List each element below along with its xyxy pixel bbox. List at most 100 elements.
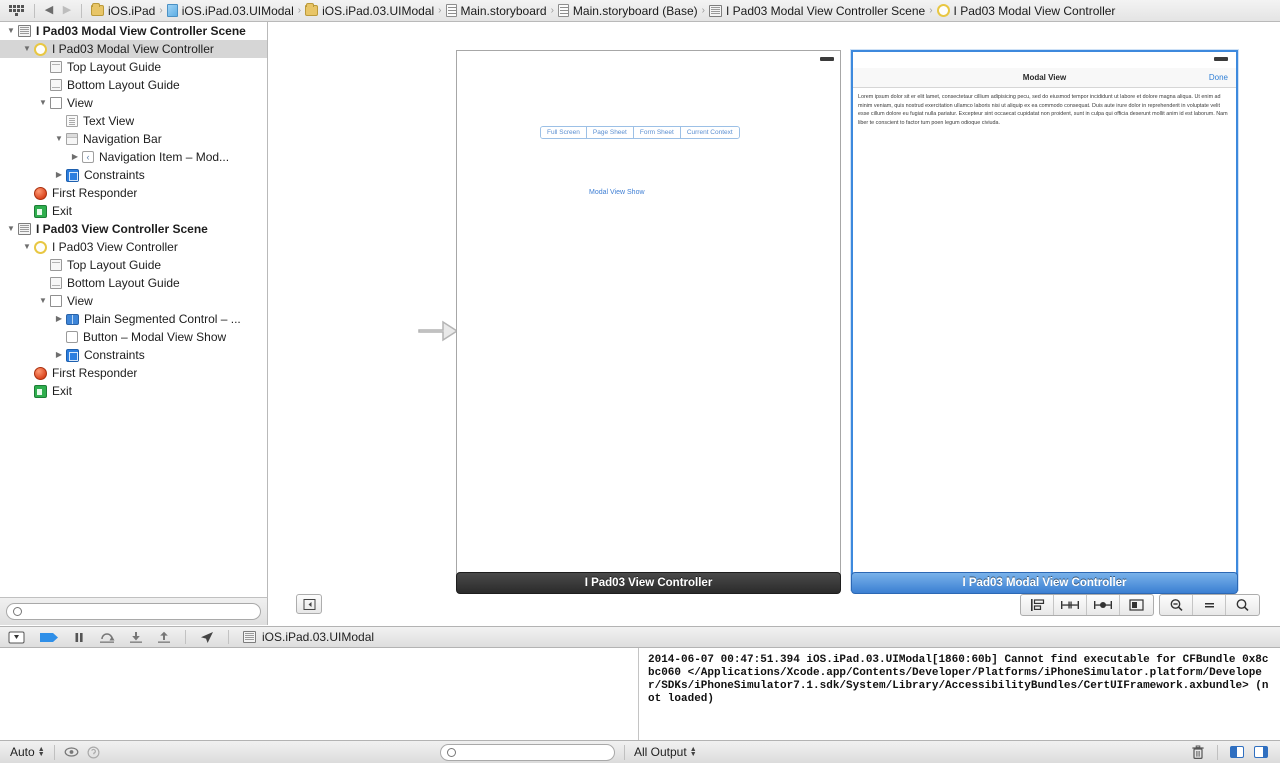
clear-console-button[interactable] (1191, 745, 1205, 760)
breadcrumb-item-4[interactable]: Main.storyboard (Base) (555, 2, 701, 20)
console-output-scope-stepper[interactable]: ▲ ▼ (690, 746, 697, 758)
disclosure-closed-icon[interactable]: ▶ (52, 351, 66, 359)
disclosure-closed-icon[interactable]: ▶ (68, 153, 82, 161)
disclosure-open-icon[interactable]: ▼ (36, 297, 50, 305)
scene-ipad03-view-controller[interactable]: Full Screen Page Sheet Form Sheet Current C… (456, 50, 841, 590)
outline-row[interactable]: · First Responder (0, 364, 267, 382)
modal-scene-grab-handle[interactable] (1214, 57, 1228, 61)
view-controller-icon (34, 42, 47, 56)
variables-info-button[interactable] (87, 745, 100, 759)
outline-row[interactable]: · Button – Modal View Show (0, 328, 267, 346)
outline-row[interactable]: ▼ I Pad03 View Controller Scene (0, 220, 267, 238)
pause-button[interactable] (73, 631, 85, 644)
breadcrumb-item-3[interactable]: Main.storyboard (443, 2, 550, 20)
exit-icon (34, 204, 47, 218)
scene-grab-handle[interactable] (820, 57, 834, 61)
collapse-canvas-icon (303, 598, 315, 610)
show-console-pane-button[interactable] (1254, 746, 1268, 758)
segment-3[interactable]: Current Context (680, 127, 739, 138)
modal-view-show-button-preview[interactable]: Modal View Show (589, 189, 645, 196)
disclosure-open-icon[interactable]: ▼ (36, 99, 50, 107)
step-out-button[interactable] (157, 631, 171, 644)
hide-debug-area-button[interactable] (8, 631, 25, 644)
outline-row[interactable]: ▶ Constraints (0, 166, 267, 184)
segment-1[interactable]: Page Sheet (586, 127, 634, 138)
outline-row[interactable]: ▶ Plain Segmented Control – ... (0, 310, 267, 328)
step-over-button[interactable] (99, 631, 115, 644)
segmented-control-preview[interactable]: Full Screen Page Sheet Form Sheet Current C… (540, 126, 740, 139)
variables-scope-label[interactable]: Auto (10, 745, 35, 759)
breadcrumb-item-1[interactable]: iOS.iPad.03.UIModal (164, 2, 297, 20)
done-button-preview[interactable]: Done (1209, 73, 1228, 82)
console-output-scope-label[interactable]: All Output (634, 745, 687, 759)
exit-icon (34, 384, 47, 398)
zoom-actual-size-button[interactable] (1193, 595, 1226, 615)
segment-2[interactable]: Form Sheet (633, 127, 681, 138)
outline-row[interactable]: ▼ I Pad03 View Controller (0, 238, 267, 256)
outline-filter-input[interactable] (26, 605, 254, 618)
outline-row[interactable]: · Text View (0, 112, 267, 130)
outline-row-label: Bottom Layout Guide (67, 78, 180, 92)
outline-row[interactable]: ▼ I Pad03 Modal View Controller (0, 40, 267, 58)
breadcrumb-item-5[interactable]: I Pad03 Modal View Controller Scene (706, 2, 928, 20)
pin-button[interactable] (1054, 595, 1087, 615)
outline-row[interactable]: ▶ Constraints (0, 346, 267, 364)
show-variables-button[interactable] (64, 746, 79, 758)
variables-view[interactable] (0, 648, 639, 740)
breadcrumb-item-0[interactable]: iOS.iPad (88, 2, 158, 20)
outline-row[interactable]: ▼ View (0, 292, 267, 310)
console-filter-field[interactable] (440, 743, 615, 761)
console-filter-input[interactable] (460, 746, 608, 758)
disclosure-open-icon[interactable]: ▼ (20, 45, 34, 53)
scene-ipad03-modal-view-controller[interactable]: Modal View Done Lorem ipsum dolor sit er… (851, 50, 1238, 590)
outline-row[interactable]: ▶ ‹ Navigation Item – Mod... (0, 148, 267, 166)
resolve-issues-button[interactable] (1087, 595, 1120, 615)
breakpoints-button[interactable] (39, 631, 59, 644)
related-items-icon[interactable] (8, 4, 24, 18)
zoom-out-button[interactable] (1160, 595, 1193, 615)
outline-row[interactable]: · First Responder (0, 184, 267, 202)
disclosure-open-icon[interactable]: ▼ (4, 27, 18, 35)
disclosure-open-icon[interactable]: ▼ (4, 225, 18, 233)
outline-row[interactable]: · Top Layout Guide (0, 58, 267, 76)
collapse-canvas-button[interactable] (296, 594, 322, 614)
breadcrumb-item-6[interactable]: I Pad03 Modal View Controller (934, 2, 1119, 20)
outline-row[interactable]: · Exit (0, 382, 267, 400)
disclosure-open-icon[interactable]: ▼ (20, 243, 34, 251)
outline-row[interactable]: · Bottom Layout Guide (0, 274, 267, 292)
simulate-location-button[interactable] (200, 631, 214, 644)
storyboard-canvas[interactable]: Full Screen Page Sheet Form Sheet Current C… (269, 22, 1280, 597)
align-icon (1030, 599, 1044, 611)
breadcrumb-label: iOS.iPad.03.UIModal (322, 3, 435, 18)
back-button[interactable]: ◀ (41, 5, 57, 16)
outline-row[interactable]: · Top Layout Guide (0, 256, 267, 274)
align-button[interactable] (1021, 595, 1054, 615)
variables-scope-stepper[interactable]: ▲ ▼ (38, 746, 45, 758)
text-view-preview[interactable]: Lorem ipsum dolor sit er elit lamet, con… (858, 93, 1231, 128)
disclosure-closed-icon[interactable]: ▶ (52, 315, 66, 323)
segment-0[interactable]: Full Screen (541, 127, 587, 138)
outline-filter-field[interactable] (6, 603, 261, 620)
console-text: 2014-06-07 00:47:51.394 iOS.iPad.03.UIMo… (648, 654, 1269, 705)
breadcrumb-item-2[interactable]: iOS.iPad.03.UIModal (302, 2, 437, 20)
scene-label-modal-view-controller[interactable]: I Pad03 Modal View Controller (851, 572, 1238, 594)
disclosure-open-icon[interactable]: ▼ (52, 135, 66, 143)
outline-row-label: First Responder (52, 366, 138, 380)
outline-row[interactable]: ▼ I Pad03 Modal View Controller Scene (0, 22, 267, 40)
folder-icon (305, 3, 319, 16)
pause-icon (75, 632, 83, 642)
document-outline[interactable]: ▼ I Pad03 Modal View Controller Scene ▼ I P… (0, 22, 268, 597)
outline-row[interactable]: · Exit (0, 202, 267, 220)
outline-row[interactable]: ▼ View (0, 94, 267, 112)
step-into-button[interactable] (129, 631, 143, 644)
show-variables-pane-button[interactable] (1230, 746, 1244, 758)
zoom-in-button[interactable] (1226, 595, 1259, 615)
divider (53, 744, 55, 760)
resizing-behavior-button[interactable] (1120, 595, 1153, 615)
outline-row[interactable]: · Bottom Layout Guide (0, 76, 267, 94)
scene-label-view-controller[interactable]: I Pad03 View Controller (456, 572, 841, 594)
outline-row[interactable]: ▼ Navigation Bar (0, 130, 267, 148)
console-output[interactable]: 2014-06-07 00:47:51.394 iOS.iPad.03.UIMo… (640, 648, 1280, 740)
forward-button[interactable]: ▶ (59, 5, 75, 16)
disclosure-closed-icon[interactable]: ▶ (52, 171, 66, 179)
